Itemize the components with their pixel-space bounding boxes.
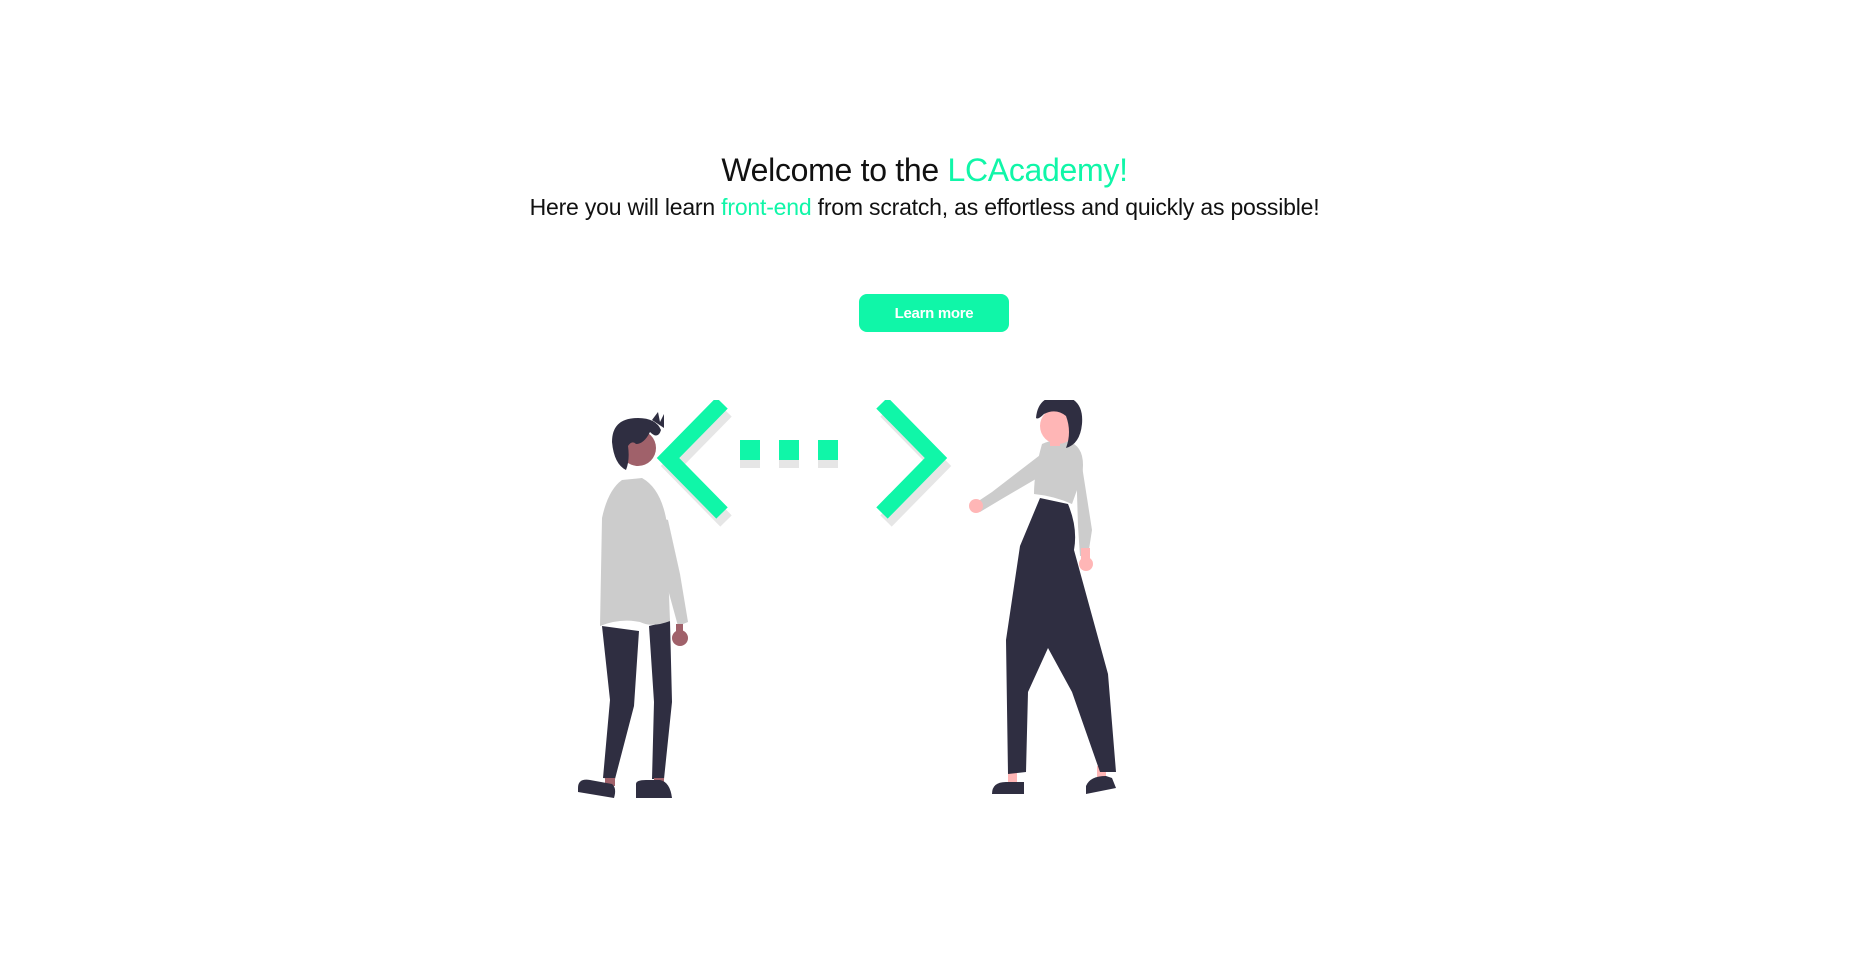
code-brackets-icon xyxy=(656,400,952,527)
learn-more-button[interactable]: Learn more xyxy=(859,294,1009,332)
title-prefix: Welcome to the xyxy=(721,152,948,188)
subtitle-prefix: Here you will learn xyxy=(529,194,722,220)
hero-illustration xyxy=(560,400,1350,810)
page-subtitle: Here you will learn front-end from scrat… xyxy=(0,190,1849,224)
title-brand-highlight: LCAcademy! xyxy=(947,152,1128,188)
subtitle-highlight: front-end xyxy=(721,194,812,220)
hero-section: Welcome to the LCAcademy! Here you will … xyxy=(0,150,1849,224)
person-right-icon xyxy=(969,400,1116,794)
page-title: Welcome to the LCAcademy! xyxy=(0,150,1849,190)
subtitle-suffix: from scratch, as effortless and quickly … xyxy=(811,194,1320,220)
